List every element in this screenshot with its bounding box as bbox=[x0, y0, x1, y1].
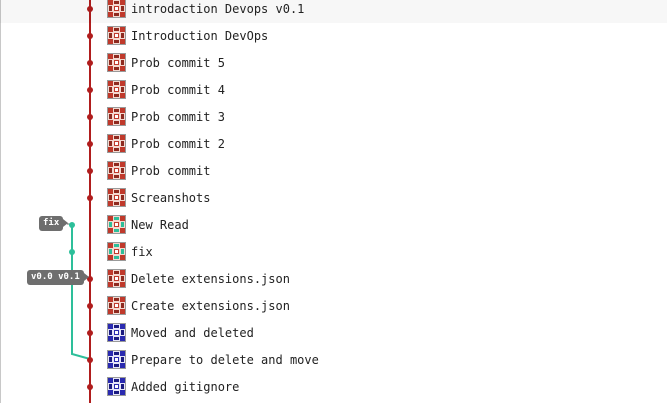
avatar-red-icon bbox=[107, 0, 126, 18]
commit-message: fix bbox=[131, 245, 153, 259]
commit-row[interactable]: Moved and deleted bbox=[0, 320, 667, 347]
avatar-blue-icon bbox=[107, 350, 126, 369]
commit-message: introdaction Devops v0.1 bbox=[131, 2, 305, 16]
avatar-red-icon bbox=[107, 26, 126, 45]
commit-row[interactable]: Prob commit 4 bbox=[0, 77, 667, 104]
commit-message: Moved and deleted bbox=[131, 326, 254, 340]
commit-row[interactable]: Prob commit bbox=[0, 158, 667, 185]
commit-row[interactable]: fix bbox=[0, 239, 667, 266]
avatar-blue-icon bbox=[107, 323, 126, 342]
commit-row[interactable]: Create extensions.json bbox=[0, 293, 667, 320]
avatar-teal-icon bbox=[107, 242, 126, 261]
avatar-red-icon bbox=[107, 188, 126, 207]
commit-row[interactable]: Prepare to delete and move bbox=[0, 347, 667, 374]
commit-message: Screanshots bbox=[131, 191, 211, 205]
commit-message: Prob commit bbox=[131, 164, 211, 178]
commit-message: Create extensions.json bbox=[131, 299, 290, 313]
commit-message: Delete extensions.json bbox=[131, 272, 290, 286]
commit-row[interactable]: Added gitignore bbox=[0, 374, 667, 401]
avatar-red-icon bbox=[107, 80, 126, 99]
commit-message: Prepare to delete and move bbox=[131, 353, 319, 367]
avatar-red-icon bbox=[107, 53, 126, 72]
commit-message: Introduction DevOps bbox=[131, 29, 269, 43]
avatar-teal-icon bbox=[107, 215, 126, 234]
commit-row[interactable]: Delete extensions.json bbox=[0, 266, 667, 293]
commit-row[interactable]: Prob commit 2 bbox=[0, 131, 667, 158]
avatar-red-icon bbox=[107, 269, 126, 288]
avatar-red-icon bbox=[107, 161, 126, 180]
commit-message: New Read bbox=[131, 218, 189, 232]
commit-row[interactable]: New Read bbox=[0, 212, 667, 239]
commit-message: Added gitignore bbox=[131, 380, 240, 394]
commit-row[interactable]: Introduction DevOps bbox=[0, 23, 667, 50]
commit-row[interactable]: Prob commit 3 bbox=[0, 104, 667, 131]
commit-row[interactable]: introdaction Devops v0.1 bbox=[0, 0, 667, 23]
avatar-red-icon bbox=[107, 296, 126, 315]
commit-row[interactable]: Screanshots bbox=[0, 185, 667, 212]
avatar-red-icon bbox=[107, 107, 126, 126]
avatar-red-icon bbox=[107, 134, 126, 153]
commit-row[interactable]: Prob commit 5 bbox=[0, 50, 667, 77]
commit-message: Prob commit 4 bbox=[131, 83, 225, 97]
commit-message: Prob commit 2 bbox=[131, 137, 225, 151]
commit-message: Prob commit 3 bbox=[131, 110, 225, 124]
commit-message: Prob commit 5 bbox=[131, 56, 225, 70]
avatar-blue-icon bbox=[107, 377, 126, 396]
